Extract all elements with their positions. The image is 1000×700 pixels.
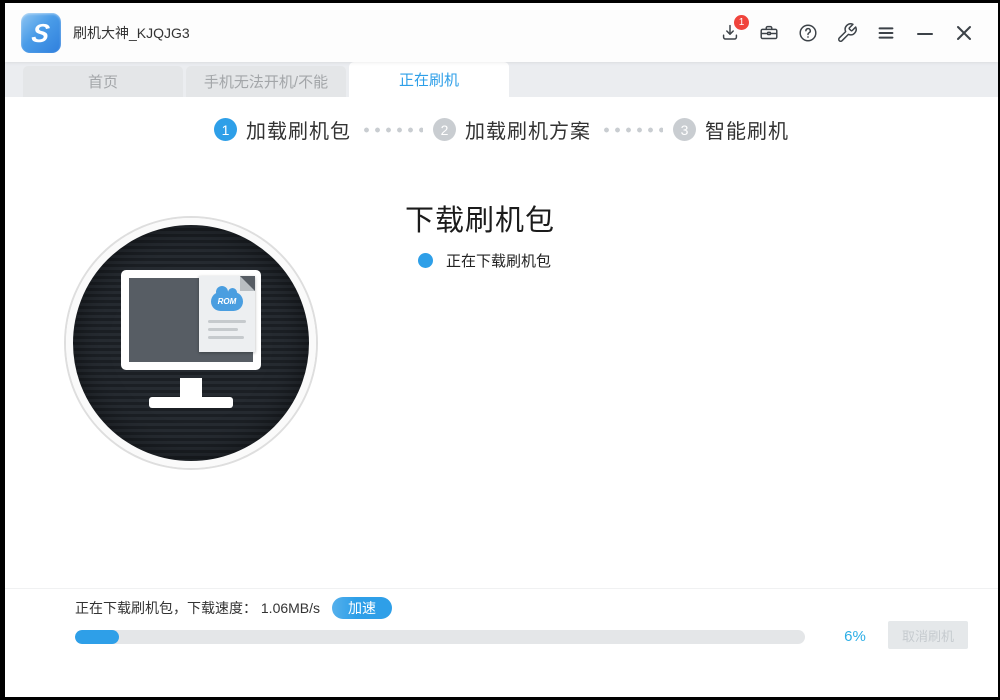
step-connector-dots	[361, 127, 423, 133]
download-status-row: 正在下载刷机包，下载速度： 1.06MB/s 加速	[75, 597, 392, 619]
close-icon[interactable]	[952, 21, 976, 45]
notification-badge: 1	[734, 15, 749, 30]
progress-bar	[75, 630, 805, 644]
app-logo: S	[21, 13, 61, 53]
step-smart-flash: 3 智能刷机	[673, 115, 789, 144]
logo-s-glyph: S	[31, 20, 52, 46]
tab-flashing[interactable]: 正在刷机	[349, 62, 509, 97]
minimize-icon[interactable]	[913, 21, 937, 45]
page-title: 下载刷机包	[405, 197, 555, 239]
rom-document-icon: ROM	[199, 276, 255, 352]
app-window: S 刷机大神_KJQJG3 1	[5, 3, 998, 697]
titlebar: S 刷机大神_KJQJG3 1	[5, 3, 998, 62]
tab-cannot-boot-label: 手机无法开机/不能	[204, 71, 328, 92]
current-task-item: 正在下载刷机包	[418, 250, 551, 271]
monitor-stand	[180, 378, 202, 398]
wrench-icon[interactable]	[835, 21, 859, 45]
tab-home[interactable]: 首页	[23, 66, 183, 97]
task-status-label: 正在下载刷机包	[446, 250, 551, 271]
step-2-label: 加载刷机方案	[465, 115, 591, 144]
toolbox-icon[interactable]	[757, 21, 781, 45]
footer: 正在下载刷机包，下载速度： 1.06MB/s 加速 6% 取消刷机	[5, 588, 998, 697]
task-status-dot	[418, 253, 433, 268]
step-load-package: 1 加载刷机包	[214, 115, 351, 144]
download-status-text: 正在下载刷机包，下载速度： 1.06MB/s	[75, 598, 320, 618]
step-3-circle: 3	[673, 118, 696, 141]
tab-bar: 首页 手机无法开机/不能 正在刷机	[5, 62, 998, 97]
document-text-line	[208, 336, 244, 339]
tab-home-label: 首页	[88, 71, 118, 92]
accelerate-button[interactable]: 加速	[332, 597, 392, 619]
menu-icon[interactable]	[874, 21, 898, 45]
rom-cloud-icon: ROM	[211, 292, 243, 311]
cancel-flash-button[interactable]: 取消刷机	[888, 621, 968, 649]
document-fold	[240, 276, 255, 291]
titlebar-actions: 1	[718, 21, 998, 45]
progress-fill	[75, 630, 119, 644]
help-icon[interactable]	[796, 21, 820, 45]
download-icon[interactable]: 1	[718, 21, 742, 45]
monitor-base	[149, 397, 233, 408]
download-illustration: ROM	[66, 218, 316, 468]
step-3-label: 智能刷机	[705, 115, 789, 144]
document-text-line	[208, 320, 246, 323]
step-load-plan: 2 加载刷机方案	[433, 115, 591, 144]
tab-cannot-boot[interactable]: 手机无法开机/不能	[186, 66, 346, 97]
step-1-circle: 1	[214, 118, 237, 141]
window-frame: S 刷机大神_KJQJG3 1	[0, 0, 1000, 700]
progress-percent: 6%	[831, 628, 879, 645]
step-2-circle: 2	[433, 118, 456, 141]
step-indicator: 1 加载刷机包 2 加载刷机方案 3 智能刷机	[5, 115, 998, 144]
step-connector-dots	[601, 127, 663, 133]
monitor-icon: ROM	[121, 270, 261, 370]
document-text-line	[208, 328, 238, 331]
app-title: 刷机大神_KJQJG3	[73, 23, 190, 43]
tab-flashing-label: 正在刷机	[399, 69, 459, 90]
step-1-label: 加载刷机包	[246, 115, 351, 144]
